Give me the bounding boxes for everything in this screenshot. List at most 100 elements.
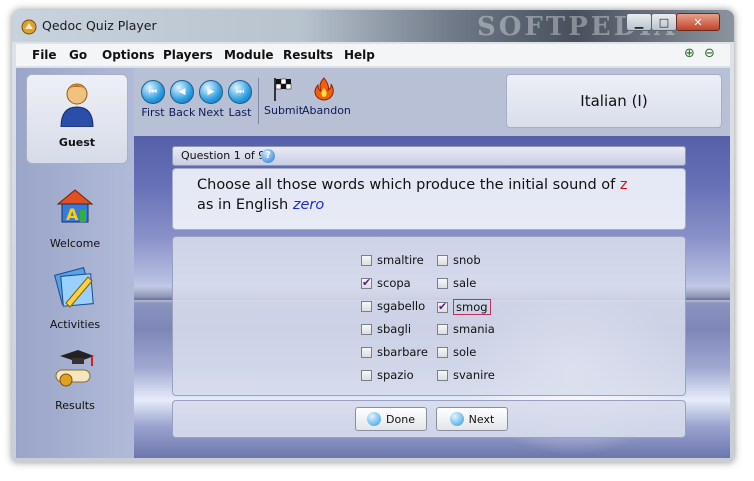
option-label: snob xyxy=(453,253,481,267)
user-panel[interactable]: Guest xyxy=(26,74,128,164)
option-sole[interactable]: sole xyxy=(437,345,476,359)
option-label: smaltire xyxy=(377,253,424,267)
option-sale[interactable]: sale xyxy=(437,276,476,290)
help-icon[interactable]: ? xyxy=(261,149,275,163)
submit-button[interactable]: Submit xyxy=(264,74,304,117)
checkbox[interactable] xyxy=(437,323,448,335)
next-button[interactable]: Next xyxy=(436,407,508,431)
svg-text:A: A xyxy=(66,205,79,224)
activities-icon xyxy=(54,267,94,308)
option-label: smania xyxy=(453,322,495,336)
option-label: sole xyxy=(453,345,477,359)
minimize-icon: ▁ xyxy=(634,15,644,29)
checkbox[interactable] xyxy=(437,254,448,266)
option-label: svanire xyxy=(453,368,495,382)
results-icon xyxy=(55,350,94,387)
checkbox-checked[interactable] xyxy=(361,276,372,289)
option-sgabello[interactable]: sgabello xyxy=(361,299,425,313)
option-smaltire[interactable]: smaltire xyxy=(361,253,424,267)
first-button[interactable]: ⏮ First xyxy=(138,74,168,119)
done-icon xyxy=(367,412,382,426)
minimize-button[interactable]: ▁ xyxy=(626,13,652,31)
question-header: Question 1 of 9. ? xyxy=(172,146,686,166)
module-title: Italian (I) xyxy=(580,92,648,110)
back-button[interactable]: ◀ Back xyxy=(167,74,197,119)
next-label: Next xyxy=(198,106,224,119)
checkbox[interactable] xyxy=(437,277,448,289)
checkbox[interactable] xyxy=(361,369,372,381)
app-icon xyxy=(21,19,37,35)
menu-module[interactable]: Module xyxy=(224,48,274,62)
back-icon: ◀ xyxy=(170,80,194,104)
sidebar-label-welcome: Welcome xyxy=(49,237,101,250)
next-arrow-icon xyxy=(449,412,464,426)
user-avatar-icon xyxy=(60,83,94,127)
question-counter: Question 1 of 9. xyxy=(181,149,269,162)
quiz-area: Question 1 of 9. ? Choose all those word… xyxy=(134,136,730,458)
option-smog[interactable]: smog xyxy=(437,299,491,315)
action-footer: Done Next xyxy=(172,400,686,438)
window-title: Qedoc Quiz Player xyxy=(42,18,157,33)
question-highlight-letter: z xyxy=(619,177,628,193)
option-smania[interactable]: smania xyxy=(437,322,495,336)
sidebar-label-results: Results xyxy=(55,399,95,412)
option-label: smog xyxy=(453,299,491,315)
sidebar-item-welcome[interactable]: A Welcome xyxy=(16,182,134,250)
zoom-in-icon[interactable]: ⊕ xyxy=(684,46,695,61)
user-name: Guest xyxy=(58,136,96,149)
question-example-word: zero xyxy=(292,197,325,213)
option-scopa[interactable]: scopa xyxy=(361,276,411,290)
zoom-out-icon[interactable]: ⊖ xyxy=(704,46,715,61)
menu-options[interactable]: Options xyxy=(102,48,155,62)
option-label: scopa xyxy=(377,276,411,290)
option-svanire[interactable]: svanire xyxy=(437,368,495,382)
answer-options: smaltire snob scopa sale sgabello smog s… xyxy=(172,236,686,396)
welcome-icon: A xyxy=(56,189,94,224)
first-icon: ⏮ xyxy=(141,80,165,104)
option-sbarbare[interactable]: sbarbare xyxy=(361,345,428,359)
option-sbagli[interactable]: sbagli xyxy=(361,322,411,336)
option-label: sgabello xyxy=(377,299,426,313)
menu-help[interactable]: Help xyxy=(344,48,375,62)
fire-icon xyxy=(314,77,334,101)
sidebar-label-activities: Activities xyxy=(49,318,101,331)
checkbox[interactable] xyxy=(361,254,372,266)
module-title-box: Italian (I) xyxy=(506,74,722,128)
checkered-flag-icon xyxy=(274,78,292,101)
menu-file[interactable]: File xyxy=(32,48,57,62)
maximize-button[interactable]: □ xyxy=(651,13,677,31)
sidebar-item-activities[interactable]: Activities xyxy=(16,263,134,331)
sidebar: Guest A Welcome Activities Results xyxy=(16,68,134,458)
option-spazio[interactable]: spazio xyxy=(361,368,414,382)
sidebar-item-results[interactable]: Results xyxy=(16,344,134,412)
option-label: spazio xyxy=(377,368,414,382)
question-text-part2: as in English xyxy=(197,197,289,213)
abandon-button[interactable]: Abandon xyxy=(302,74,351,117)
question-text-part1: Choose all those words which produce the… xyxy=(197,177,616,193)
menu-players[interactable]: Players xyxy=(163,48,213,62)
menu-results[interactable]: Results xyxy=(283,48,333,62)
next-icon: ▶ xyxy=(199,80,223,104)
back-label: Back xyxy=(168,106,196,119)
title-bar[interactable]: Qedoc Quiz Player SOFTPEDIA ▁ □ ✕ xyxy=(12,10,734,42)
menu-go[interactable]: Go xyxy=(69,48,87,62)
toolbar-separator xyxy=(258,78,259,124)
submit-label: Submit xyxy=(264,104,304,117)
question-text: Choose all those words which produce the… xyxy=(172,168,686,230)
close-button[interactable]: ✕ xyxy=(676,13,720,31)
navigation-toolbar: ⏮ First ◀ Back ▶ Next ⏭ Last Submit Aban… xyxy=(138,74,368,134)
checkbox[interactable] xyxy=(361,323,372,335)
done-button[interactable]: Done xyxy=(355,407,427,431)
client-area: Guest A Welcome Activities Results ⏮ Fir… xyxy=(16,68,730,458)
option-label: sbagli xyxy=(377,322,412,336)
checkbox[interactable] xyxy=(437,346,448,358)
option-snob[interactable]: snob xyxy=(437,253,481,267)
maximize-icon: □ xyxy=(658,15,670,29)
next-button-label: Next xyxy=(468,412,495,426)
checkbox[interactable] xyxy=(361,300,372,312)
checkbox-checked[interactable] xyxy=(437,300,448,313)
checkbox[interactable] xyxy=(361,346,372,358)
checkbox[interactable] xyxy=(437,369,448,381)
next-toolbar-button[interactable]: ▶ Next xyxy=(196,74,226,119)
last-button[interactable]: ⏭ Last xyxy=(225,74,255,119)
